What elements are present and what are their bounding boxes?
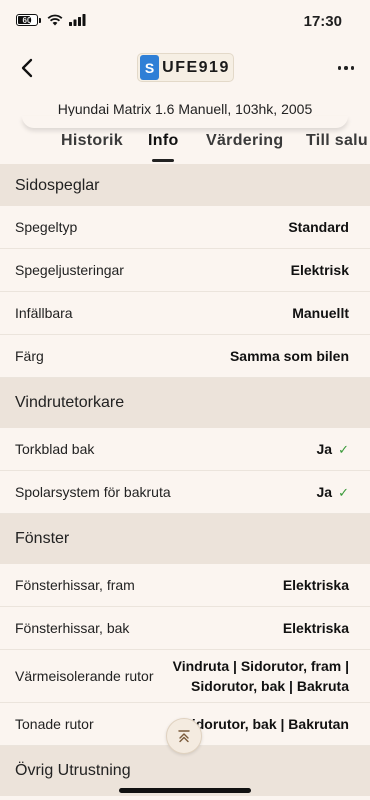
list-item: Fönsterhissar, fram Elektriska <box>0 564 370 607</box>
row-label: Spegeltyp <box>15 219 78 235</box>
row-value-text: Ja <box>316 483 333 500</box>
tab-bar: Historik Info Värdering Till salu <box>0 132 370 164</box>
checkmark-icon: ✓ <box>338 484 349 500</box>
car-subtitle: Hyundai Matrix 1.6 Manuell, 103hk, 2005 <box>57 101 313 117</box>
list-item: Spolarsystem för bakruta Ja ✓ <box>0 471 370 514</box>
row-label: Spegeljusteringar <box>15 262 124 278</box>
list-item: Infällbara Manuellt <box>0 292 370 335</box>
row-label: Värmeisolerande rutor <box>15 668 154 684</box>
back-button[interactable] <box>16 56 40 80</box>
row-label: Fönsterhissar, bak <box>15 620 130 636</box>
header: S UFE919 Hyundai Matrix 1.6 Manuell, 103… <box>0 44 370 164</box>
row-value-line: Vindruta | Sidorutor, fram | <box>172 658 349 674</box>
wifi-icon <box>47 14 63 26</box>
section-header-fonster: Fönster <box>0 514 370 564</box>
chevron-left-icon <box>21 58 33 78</box>
row-label: Spolarsystem för bakruta <box>15 484 171 500</box>
scroll-to-top-button[interactable] <box>166 718 202 754</box>
row-value-text: Ja <box>316 440 333 457</box>
row-value: Standard <box>288 219 349 235</box>
more-horizontal-icon <box>344 66 348 70</box>
battery-cap <box>39 17 41 23</box>
section-header-sidospeglar: Sidospeglar <box>0 164 370 206</box>
row-value: Vindruta | Sidorutor, fram | Sidorutor, … <box>173 656 349 696</box>
plate-country: S <box>140 55 159 80</box>
battery-icon: 60 <box>16 14 38 26</box>
row-label: Tonade rutor <box>15 716 94 732</box>
info-list: Sidospeglar Spegeltyp Standard Spegeljus… <box>0 164 370 796</box>
status-icons: 60 <box>16 14 86 26</box>
active-tab-indicator <box>152 159 174 162</box>
list-item: Spegeljusteringar Elektrisk <box>0 249 370 292</box>
more-horizontal-icon <box>350 66 355 70</box>
row-value: Manuellt <box>292 305 349 321</box>
list-item: Färg Samma som bilen <box>0 335 370 378</box>
row-value: Elektrisk <box>290 262 349 278</box>
tab-info[interactable]: Info <box>148 132 179 150</box>
row-value: Samma som bilen <box>229 348 349 364</box>
row-value: Elektriska <box>282 620 349 636</box>
row-value: Elektriska <box>282 577 349 593</box>
row-value: Ja ✓ <box>317 439 349 460</box>
scroll-to-top-icon <box>178 730 190 743</box>
row-value-line: Sidorutor, bak | Bakruta <box>191 678 349 694</box>
section-header-vindrutetorkare: Vindrutetorkare <box>0 378 370 428</box>
list-item: Fönsterhissar, bak Elektriska <box>0 607 370 650</box>
header-card-edge <box>22 116 348 128</box>
list-item: Torkblad bak Ja ✓ <box>0 428 370 471</box>
checkmark-icon: ✓ <box>338 441 349 457</box>
list-item: Värmeisolerande rutor Vindruta | Sidorut… <box>0 650 370 703</box>
tab-historik[interactable]: Historik <box>61 132 123 150</box>
tab-till-salu[interactable]: Till salu <box>306 132 368 150</box>
license-plate: S UFE919 <box>137 53 234 82</box>
row-label: Torkblad bak <box>15 441 95 457</box>
battery-level: 60 <box>22 15 32 25</box>
row-value: Ja ✓ <box>317 482 349 503</box>
tab-vardering[interactable]: Värdering <box>206 132 283 150</box>
row-value: Sidorutor, bak | Bakrutan <box>182 716 349 732</box>
status-bar: 60 17:30 <box>0 0 370 44</box>
plate-number: UFE919 <box>162 58 230 76</box>
list-item: Spegeltyp Standard <box>0 206 370 249</box>
row-label: Färg <box>15 348 44 364</box>
status-time: 17:30 <box>303 13 342 30</box>
more-options-button[interactable] <box>336 58 356 78</box>
row-label: Fönsterhissar, fram <box>15 577 135 593</box>
signal-icon <box>69 14 86 26</box>
more-horizontal-icon <box>337 66 342 70</box>
home-indicator[interactable] <box>119 788 251 793</box>
row-label: Infällbara <box>15 305 73 321</box>
